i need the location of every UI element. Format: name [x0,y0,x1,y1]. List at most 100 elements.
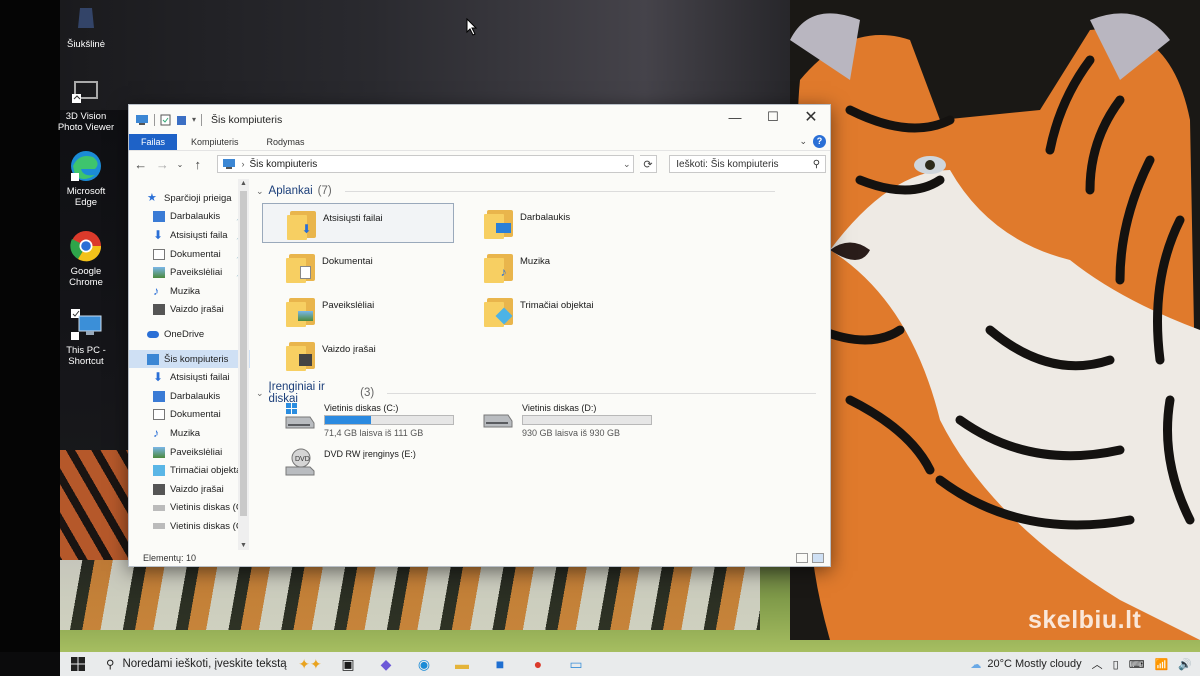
mouse-cursor-icon [466,18,478,36]
breadcrumb[interactable]: Šis kompiuteris [249,159,317,170]
computer-icon [223,159,236,169]
tab-file[interactable]: Failas [129,134,178,150]
collapse-chevron-icon[interactable]: ⌄ [256,388,264,399]
file-explorer-window: ▾ Šis kompiuteris — ☐ ✕ Failas Kompiuter… [128,104,831,567]
navigation-pane: ★ Sparčioji prieiga Darbalaukis 📌 ⬇ Atsi… [129,179,250,550]
device-icon[interactable]: ▯ [1113,658,1119,671]
refresh-button[interactable]: ⟳ [639,155,658,173]
scroll-down-icon[interactable]: ▼ [238,542,249,549]
nav-label: Dokumentai [170,409,221,421]
file-explorer-taskbar-icon[interactable]: ▬ [443,652,481,676]
drive-dvd[interactable]: DVD DVD RW įrenginys (E:) [284,447,484,491]
desktop-icon-this-pc[interactable]: This PC - Shortcut [56,308,116,367]
customize-toolbar-chevron-icon[interactable]: ▾ [192,115,196,124]
nav-item-documents[interactable]: Dokumentai 📌 [129,245,250,264]
nav-onedrive[interactable]: OneDrive [129,325,250,344]
task-view-icon[interactable]: ▣ [329,652,367,676]
close-button[interactable]: ✕ [792,105,830,129]
folder-music[interactable]: ♪ Muzika [460,247,652,287]
folder-pictures[interactable]: Paveikslėliai [262,291,454,331]
nav-label: OneDrive [164,328,205,340]
nav-item-pictures-pc[interactable]: Paveikslėliai [129,443,250,462]
search-input[interactable]: Ieškoti: Šis kompiuteris ⚲ [669,155,827,173]
nav-item-videos[interactable]: Vaizdo įrašai [129,301,250,320]
recent-locations-chevron-icon[interactable]: ⌄ [176,160,184,169]
copilot-icon[interactable]: ◆ [367,652,405,676]
volume-icon[interactable]: 🔊 [1178,658,1192,671]
nav-item-videos-pc[interactable]: Vaizdo įrašai [129,480,250,499]
drive-c[interactable]: Vietinis diskas (C:) 71,4 GB laisva iš 1… [284,401,484,445]
desktop-icon-edge[interactable]: Microsoft Edge [56,149,116,208]
folder-documents[interactable]: Dokumentai [262,247,454,287]
scrollbar-thumb[interactable] [240,191,247,516]
tab-view[interactable]: Rodymas [253,134,319,150]
nav-item-downloads-pc[interactable]: ⬇ Atsisiųsti failai [129,368,250,387]
start-button[interactable] [60,652,96,676]
desktop-icon-recycle-bin[interactable]: Šiukšlinė [56,2,116,50]
folder-videos[interactable]: Vaizdo įrašai [262,335,454,375]
nav-item-pictures[interactable]: Paveikslėliai 📌 [129,263,250,282]
nav-item-downloads[interactable]: ⬇ Atsisiųsti faila 📌 [129,226,250,245]
scroll-up-icon[interactable]: ▲ [238,180,249,187]
nav-quick-access[interactable]: ★ Sparčioji prieiga [129,189,250,208]
taskbar: ⚲ Noredami ieškoti, įveskite tekstą ✦✦ ▣… [60,652,1200,676]
nav-item-desktop-pc[interactable]: Darbalaukis [129,387,250,406]
video-icon [153,304,165,316]
collapse-chevron-icon[interactable]: ⌄ [256,186,264,197]
weather-text[interactable]: 20°C Mostly cloudy [987,658,1081,670]
music-note-icon: ♪ [153,425,159,440]
ribbon-tabs: Failas Kompiuteris Rodymas ⌄ ? [129,134,830,151]
folder-downloads[interactable]: ⬇ Atsisiųsti failai [262,203,454,243]
group-divider [387,392,816,394]
drive-usage-bar [522,415,652,425]
search-icon: ⚲ [106,659,115,671]
new-folder-icon[interactable] [176,114,187,126]
3d-objects-folder-icon [484,295,514,327]
folder-3d-objects[interactable]: Trimačiai objektai [460,291,652,331]
taskbar-search[interactable]: ⚲ Noredami ieškoti, įveskite tekstą [96,653,291,675]
outlook-icon[interactable]: ■ [481,652,519,676]
nav-item-desktop[interactable]: Darbalaukis 📌 [129,208,250,227]
drive-d[interactable]: Vietinis diskas (D:) 930 GB laisva iš 93… [482,401,682,445]
address-dropdown-icon[interactable]: ⌄ [621,159,633,170]
help-icon[interactable]: ? [813,135,826,148]
copilot-sparkle-icon[interactable]: ✦✦ [291,652,329,676]
nav-item-drive-d[interactable]: Vietinis diskas (C [129,517,250,536]
desktop-icon-3d-vision[interactable]: 3D Vision Photo Viewer [56,74,116,133]
nav-item-drive-c[interactable]: Vietinis diskas (C [129,499,250,518]
weather-cloud-icon[interactable]: ☁ [970,658,981,671]
expand-ribbon-icon[interactable]: ⌄ [799,136,807,147]
forward-button[interactable]: → [155,157,171,172]
nav-item-music[interactable]: ♪ Muzika [129,282,250,301]
address-bar[interactable]: › Šis kompiuteris ⌄ [217,155,634,173]
title-bar[interactable]: ▾ Šis kompiuteris — ☐ ✕ [129,105,830,134]
nav-label: Muzika [170,285,201,297]
group-header-folders[interactable]: ⌄ Aplankai (7) [256,185,816,197]
maximize-button[interactable]: ☐ [754,105,792,129]
this-pc-taskbar-icon[interactable]: ▭ [557,652,595,676]
nav-this-pc[interactable]: Šis kompiuteris [129,349,250,369]
folder-desktop[interactable]: Darbalaukis [460,203,652,243]
nav-item-3d-objects[interactable]: Trimačiai objekta [129,461,250,480]
details-view-icon[interactable] [796,553,808,563]
nav-item-music-pc[interactable]: ♪ Muzika [129,424,250,443]
wifi-icon[interactable]: 📶 [1155,658,1169,671]
nav-scrollbar[interactable]: ▲ ▼ [238,179,249,550]
keyboard-icon[interactable]: ⌨ [1129,658,1145,671]
nav-item-documents-pc[interactable]: Dokumentai [129,406,250,425]
computer-icon [136,114,148,125]
edge-taskbar-icon[interactable]: ◉ [405,652,443,676]
show-hidden-icons-chevron-icon[interactable]: ︿ [1092,656,1103,672]
large-icons-view-icon[interactable] [812,553,824,563]
properties-icon[interactable] [160,114,171,126]
back-button[interactable]: ← [133,157,149,172]
wallpaper-dark-edge [0,0,60,652]
chrome-taskbar-icon[interactable]: ● [519,652,557,676]
desktop-icon [153,211,165,223]
up-button[interactable]: ↑ [190,157,206,172]
breadcrumb-separator-icon[interactable]: › [241,159,244,169]
downloads-folder-icon: ⬇ [287,208,317,240]
minimize-button[interactable]: — [716,105,754,129]
tab-computer[interactable]: Kompiuteris [177,134,253,150]
desktop-icon-chrome[interactable]: Google Chrome [56,229,116,288]
